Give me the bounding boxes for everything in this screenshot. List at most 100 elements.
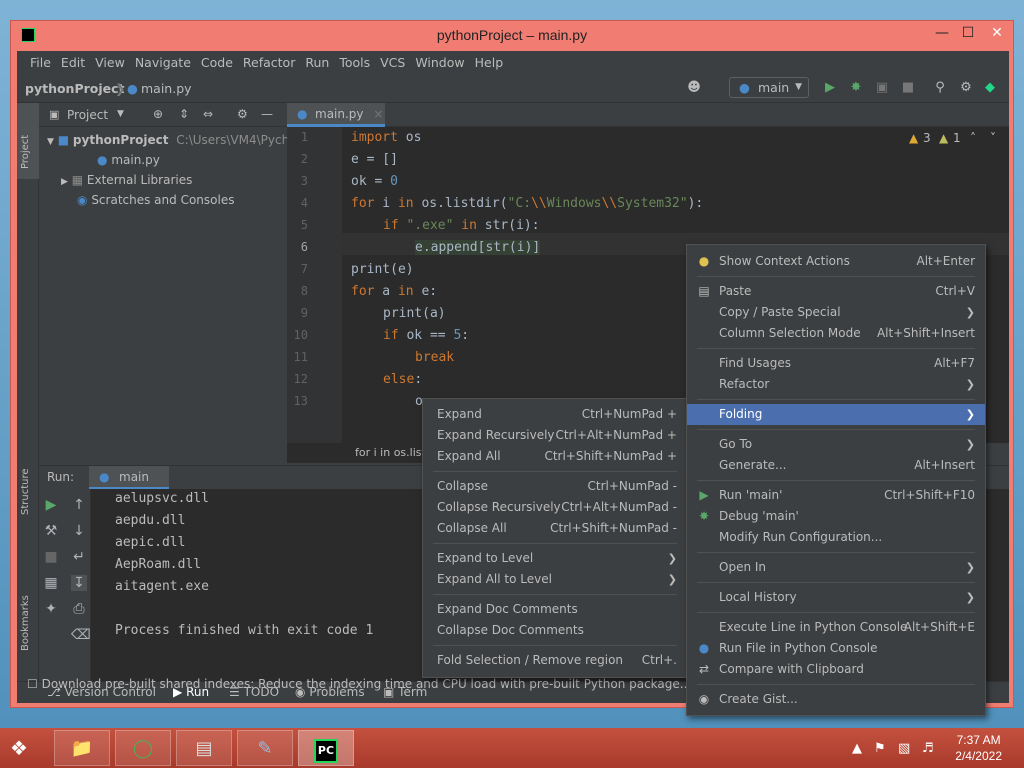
chevron-down-icon[interactable]: ˅ <box>990 131 996 145</box>
minimize-button[interactable]: — <box>928 22 956 44</box>
rerun-icon[interactable]: ▶ <box>43 497 59 513</box>
project-panel-title[interactable]: Project <box>67 108 108 122</box>
menu-item-local-history[interactable]: Local History ❯ <box>687 587 985 608</box>
tree-external-libraries[interactable]: ▶ ▦ External Libraries <box>61 170 192 190</box>
menu-item-run-main[interactable]: ▶ Run 'main' Ctrl+Shift+F10 <box>687 485 985 506</box>
task-manager-icon[interactable]: ▤ <box>176 730 232 766</box>
menu-item-column-selection[interactable]: Column Selection Mode Alt+Shift+Insert <box>687 323 985 344</box>
menu-item-collapse[interactable]: Collapse Ctrl+NumPad - <box>423 476 687 497</box>
project-tool-tab[interactable]: Project <box>17 103 39 179</box>
chevron-down-icon[interactable]: ▼ <box>117 109 124 119</box>
notepad-icon[interactable]: ✎ <box>237 730 293 766</box>
menu-item-modify-run-config[interactable]: Modify Run Configuration... <box>687 527 985 548</box>
menu-file[interactable]: File <box>25 55 56 70</box>
menu-item-go-to[interactable]: Go To ❯ <box>687 434 985 455</box>
arrow-up-icon[interactable]: ↑ <box>71 497 87 513</box>
jetbrains-icon[interactable]: ◆ <box>983 81 997 95</box>
tree-file[interactable]: ● main.py <box>97 150 160 170</box>
pin-icon[interactable]: ✦ <box>43 601 59 617</box>
menu-code[interactable]: Code <box>196 55 238 70</box>
collapse-all-icon[interactable]: ⇔ <box>203 107 213 121</box>
warning-icon[interactable]: ▲ <box>909 131 918 145</box>
menu-window[interactable]: Window <box>410 55 469 70</box>
menu-item-show-context-actions[interactable]: ● Show Context Actions Alt+Enter <box>687 251 985 272</box>
menu-item-expand-all-to-level[interactable]: Expand All to Level ❯ <box>423 569 687 590</box>
menu-item-expand-all[interactable]: Expand All Ctrl+Shift+NumPad + <box>423 446 687 467</box>
menu-tools[interactable]: Tools <box>334 55 375 70</box>
tray-chevron-icon[interactable]: ▲ <box>852 741 862 756</box>
bookmarks-tab[interactable]: Bookmarks <box>20 595 31 651</box>
structure-tab[interactable]: Structure <box>20 468 31 515</box>
system-clock[interactable]: 7:37 AM 2/4/2022 <box>955 732 1002 764</box>
network-icon[interactable]: ▧ <box>898 741 910 756</box>
scroll-to-end-icon[interactable]: ↧ <box>71 575 87 591</box>
menu-view[interactable]: View <box>90 55 130 70</box>
menu-edit[interactable]: Edit <box>56 55 90 70</box>
gear-icon[interactable]: ⚙ <box>237 107 248 121</box>
menu-item-find-usages[interactable]: Find Usages Alt+F7 <box>687 353 985 374</box>
file-explorer-icon[interactable]: 📁 <box>54 730 110 766</box>
chrome-icon[interactable]: ◯ <box>115 730 171 766</box>
breadcrumb-file[interactable]: main.py <box>141 81 192 96</box>
weak-warning-icon[interactable]: ▲ <box>939 131 948 145</box>
menu-item-collapse-recursively[interactable]: Collapse Recursively Ctrl+Alt+NumPad - <box>423 497 687 518</box>
menu-item-debug-main[interactable]: ✸ Debug 'main' <box>687 506 985 527</box>
stop-icon[interactable]: ■ <box>901 81 915 95</box>
print-icon[interactable]: ⎙ <box>71 601 87 617</box>
arrow-down-icon[interactable]: ↓ <box>71 523 87 539</box>
stop-icon[interactable]: ■ <box>43 549 59 565</box>
tree-scratches[interactable]: ◉ Scratches and Consoles <box>77 190 234 210</box>
close-button[interactable]: ✕ <box>980 22 1014 44</box>
menu-run[interactable]: Run <box>300 55 334 70</box>
menu-item-run-file-console[interactable]: ● Run File in Python Console <box>687 638 985 659</box>
run-config-selector[interactable]: ● main ▼ <box>729 77 809 98</box>
menu-item-create-gist[interactable]: ◉ Create Gist... <box>687 689 985 710</box>
expand-all-icon[interactable]: ⇕ <box>179 107 189 121</box>
menu-navigate[interactable]: Navigate <box>130 55 196 70</box>
trash-icon[interactable]: ⌫ <box>71 627 91 643</box>
menu-item-compare-clipboard[interactable]: ⇄ Compare with Clipboard <box>687 659 985 680</box>
hide-icon[interactable]: — <box>261 107 273 121</box>
gear-icon[interactable]: ⚙ <box>959 81 973 95</box>
tree-root[interactable]: ▼ ■ pythonProject C:\Users\VM4\Pycharm <box>47 130 313 150</box>
wrench-icon[interactable]: ⚒ <box>43 523 59 539</box>
menu-item-collapse-all[interactable]: Collapse All Ctrl+Shift+NumPad - <box>423 518 687 539</box>
menu-item-collapse-doc-comments[interactable]: Collapse Doc Comments <box>423 620 687 641</box>
menu-vcs[interactable]: VCS <box>375 55 410 70</box>
pycharm-taskbar-button[interactable]: PC <box>298 730 354 766</box>
tray-flag-icon[interactable]: ⚑ <box>874 741 886 756</box>
close-tab-icon[interactable]: × <box>373 107 383 121</box>
coverage-icon[interactable]: ▣ <box>875 81 889 95</box>
volume-icon[interactable]: ♬ <box>922 741 934 756</box>
menu-item-expand-recursively[interactable]: Expand Recursively Ctrl+Alt+NumPad + <box>423 425 687 446</box>
menu-item-generate[interactable]: Generate... Alt+Insert <box>687 455 985 476</box>
menu-item-expand-doc-comments[interactable]: Expand Doc Comments <box>423 599 687 620</box>
run-tab-main[interactable]: ● main × <box>89 466 169 506</box>
locate-icon[interactable]: ⊕ <box>153 107 163 121</box>
menu-item-paste[interactable]: ▤ Paste Ctrl+V <box>687 281 985 302</box>
tree-scratches-label: Scratches and Consoles <box>91 193 235 207</box>
menu-refactor[interactable]: Refactor <box>238 55 300 70</box>
menu-item-expand[interactable]: Expand Ctrl+NumPad + <box>423 404 687 425</box>
chevron-up-icon[interactable]: ˄ <box>970 131 976 145</box>
menu-item-expand-to-level[interactable]: Expand to Level ❯ <box>423 548 687 569</box>
layout-icon[interactable]: ▦ <box>43 575 59 591</box>
menu-item-open-in[interactable]: Open In ❯ <box>687 557 985 578</box>
menu-help[interactable]: Help <box>470 55 509 70</box>
run-icon[interactable]: ▶ <box>823 81 837 95</box>
menu-item-folding[interactable]: Folding ❯ <box>687 404 985 425</box>
breadcrumb-project[interactable]: pythonProject <box>25 81 125 96</box>
status-bar[interactable]: ☐ Download pre-built shared indexes: Red… <box>27 677 779 691</box>
user-icon[interactable]: ☻ <box>687 81 701 95</box>
menu-item-copy-paste-special[interactable]: Copy / Paste Special ❯ <box>687 302 985 323</box>
title-bar[interactable]: pythonProject – main.py — ☐ ✕ <box>11 21 1013 51</box>
windows-start-icon[interactable]: ❖ <box>10 736 38 760</box>
menu-item-refactor[interactable]: Refactor ❯ <box>687 374 985 395</box>
soft-wrap-icon[interactable]: ↵ <box>71 549 87 565</box>
maximize-button[interactable]: ☐ <box>956 22 980 44</box>
tab-main-py[interactable]: ● main.py × <box>287 103 385 127</box>
debug-icon[interactable]: ✸ <box>849 81 863 95</box>
menu-item-fold-selection[interactable]: Fold Selection / Remove region Ctrl+. <box>423 650 687 671</box>
search-icon[interactable]: ⚲ <box>933 81 947 95</box>
menu-item-execute-line-console[interactable]: Execute Line in Python Console Alt+Shift+… <box>687 617 985 638</box>
